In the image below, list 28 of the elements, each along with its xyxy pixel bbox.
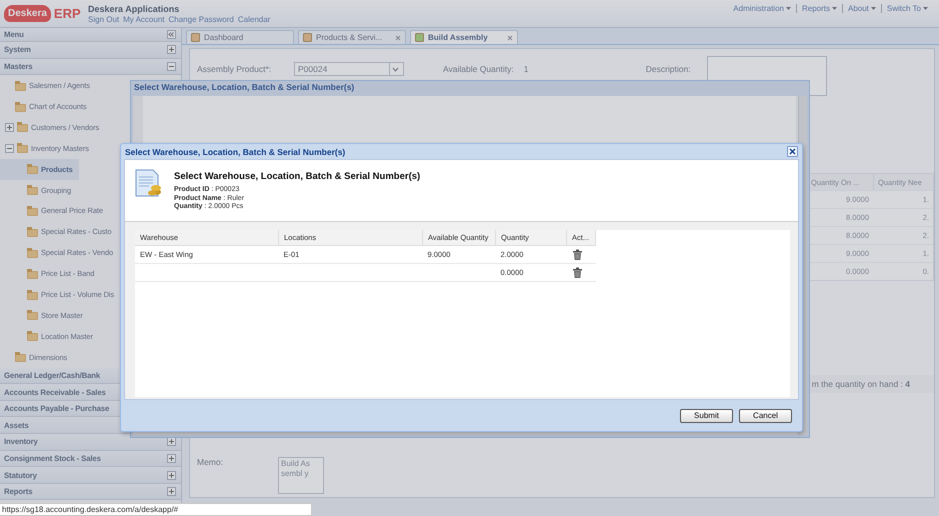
header-link[interactable]: Change Password bbox=[168, 14, 234, 24]
field-label: Available Quantity: bbox=[443, 63, 514, 76]
tab[interactable]: Build Assembly bbox=[410, 30, 518, 44]
app-title: Deskera Applications bbox=[88, 4, 180, 14]
menu-link[interactable]: Switch To bbox=[880, 4, 933, 13]
status-url: https://sg18.accounting.deskera.com/a/deskapp/# bbox=[2, 505, 178, 514]
menu-link[interactable]: About bbox=[842, 4, 881, 13]
product-combo[interactable]: P00024 bbox=[294, 62, 404, 76]
submit-button[interactable]: Submit bbox=[680, 408, 733, 422]
dialog-heading: Select Warehouse, Location, Batch & Serial Number(s) bbox=[174, 171, 420, 182]
tab[interactable]: Dashboard bbox=[186, 30, 294, 44]
field-label: Assembly Product*: bbox=[197, 63, 272, 76]
info-note: m the quantity on hand : 4 bbox=[812, 379, 910, 389]
menu-link[interactable]: Reports bbox=[796, 4, 842, 13]
dialog-title: Select Warehouse, Location, Batch & Serial Number(s) bbox=[125, 146, 346, 156]
field-label: Memo: bbox=[197, 457, 223, 467]
header-link[interactable]: Calendar bbox=[238, 14, 270, 24]
field-value: 1 bbox=[524, 63, 530, 76]
cancel-button[interactable]: Cancel bbox=[739, 408, 792, 422]
menu-link[interactable]: Administration bbox=[728, 4, 796, 13]
header-link[interactable]: My Account bbox=[123, 14, 164, 24]
logo-text: ERP bbox=[54, 6, 81, 21]
dialog-title: Select Warehouse, Location, Batch & Serial Number(s) bbox=[133, 81, 356, 94]
memo-field[interactable]: Build Assembl y bbox=[278, 457, 324, 494]
logo-badge: Deskera bbox=[4, 5, 51, 22]
header-link[interactable]: Sign Out bbox=[88, 14, 120, 24]
field-label: Description: bbox=[646, 63, 692, 76]
tab[interactable]: Products & Servi... bbox=[298, 30, 406, 44]
